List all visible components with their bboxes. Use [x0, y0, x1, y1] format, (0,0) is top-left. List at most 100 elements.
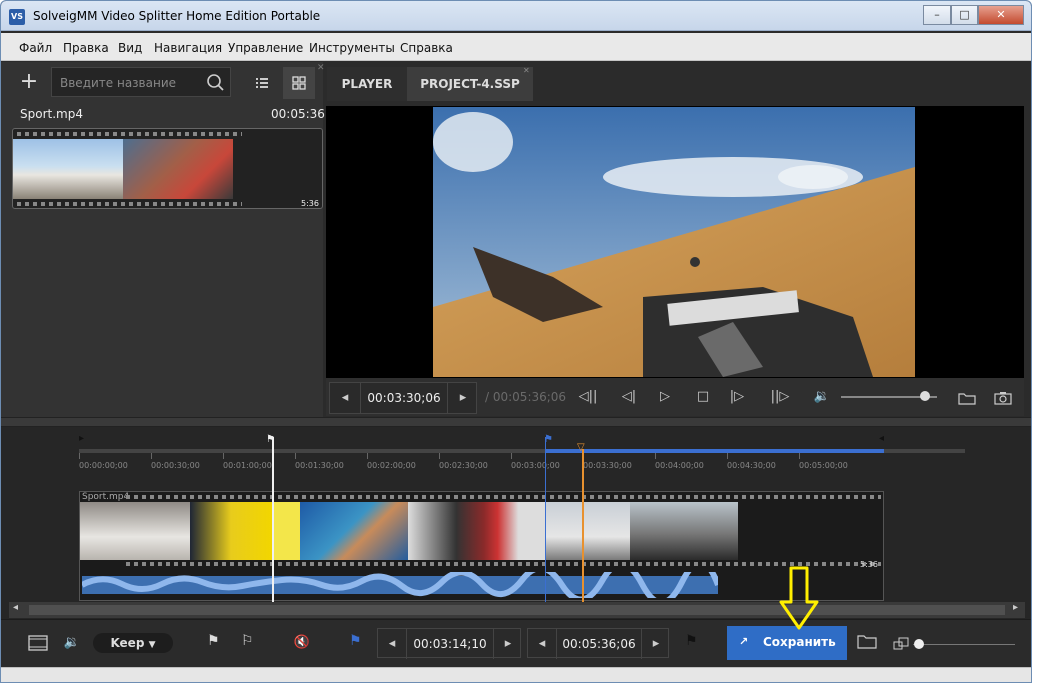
panel-close-icon[interactable]: ✕ [317, 63, 325, 73]
audio-icon[interactable]: 🔉 [59, 628, 85, 658]
cut-marker-icon[interactable]: ⚑ [266, 434, 275, 445]
file-duration: 00:05:36 [271, 107, 325, 121]
start-marker-icon[interactable]: ▸ [79, 433, 84, 444]
close-button[interactable]: ✕ [978, 5, 1024, 25]
panel-splitter[interactable] [1, 417, 1031, 427]
ruler-label: 00:04:00;00 [655, 461, 704, 470]
marker-next-button[interactable]: ▸ [494, 629, 522, 659]
scrollbar-thumb[interactable] [29, 605, 1005, 615]
track-frame-1 [80, 502, 190, 560]
play-icon[interactable]: ▷ [651, 382, 679, 412]
selection-start-icon[interactable]: ⚑ [544, 434, 553, 445]
end-marker-icon[interactable]: ◂ [879, 433, 884, 444]
cut-marker-line[interactable] [272, 437, 274, 603]
player-current-time[interactable]: 00:03:30;06 [360, 383, 448, 413]
search-box [51, 67, 231, 97]
export-icon: ↗ [739, 635, 749, 648]
ruler-tick [511, 453, 512, 459]
playhead-icon[interactable]: ▽ [577, 442, 585, 453]
next-frame-button[interactable]: ▸ [448, 383, 478, 413]
end-time-box: ◂ 00:05:36;06 ▸ [527, 628, 670, 659]
video-track[interactable]: Sport.mp4 5:36 [79, 491, 884, 606]
folder-icon[interactable] [953, 382, 981, 417]
tab-player[interactable]: PLAYER [327, 67, 407, 101]
timeline-scrollbar[interactable]: ◂ ▸ [9, 602, 1025, 618]
add-marker-icon[interactable]: ⚑ [207, 633, 220, 649]
thumbnail-frame-1 [13, 139, 123, 199]
search-input[interactable] [60, 74, 195, 91]
end-time[interactable]: 00:05:36;06 [556, 629, 642, 659]
playhead-line[interactable] [582, 449, 584, 603]
ruler-tick [439, 453, 440, 459]
blue-marker-icon[interactable]: ⚑ [349, 633, 362, 649]
minimize-button[interactable]: – [923, 5, 951, 25]
stop-icon[interactable]: □ [689, 382, 717, 412]
ruler-tick [295, 453, 296, 459]
audio-waveform [80, 559, 721, 606]
thumbnail-duration: 5:36 [301, 199, 319, 208]
output-folder-icon[interactable] [857, 633, 879, 651]
tab-close-icon[interactable]: ✕ [523, 66, 530, 75]
menu-help[interactable]: Справка [400, 41, 453, 55]
marker-time[interactable]: 00:03:14;10 [406, 629, 494, 659]
mute-icon[interactable]: 🔇 [287, 628, 317, 658]
marker-time-box: ◂ 00:03:14;10 ▸ [377, 628, 522, 659]
thumbnail-frame-2 [123, 139, 233, 199]
end-marker-flag-icon[interactable]: ⚑ [685, 633, 698, 649]
ruler-label: 00:03:30;00 [583, 461, 632, 470]
menu-edit[interactable]: Правка [63, 41, 109, 55]
selection-start-line[interactable] [545, 437, 546, 603]
marker-prev-button[interactable]: ◂ [378, 629, 406, 659]
ruler-label: 00:04:30;00 [727, 461, 776, 470]
list-view-icon[interactable] [247, 69, 277, 97]
go-start-icon[interactable]: ◁|| [573, 382, 603, 412]
scroll-right-icon[interactable]: ▸ [1013, 602, 1018, 613]
ruler-label: 00:00:00;00 [79, 461, 128, 470]
search-icon[interactable] [204, 72, 226, 94]
track-frame-7 [630, 502, 738, 560]
menu-navigation[interactable]: Навигация [154, 41, 222, 55]
status-bar [1, 667, 1031, 682]
ruler-label: 00:02:00;00 [367, 461, 416, 470]
marker-icon[interactable]: ⚐ [241, 633, 254, 649]
player-total-time: / 00:05:36;06 [485, 390, 567, 404]
go-end-icon[interactable]: ||▷ [763, 382, 797, 412]
menu-tools[interactable]: Инструменты [309, 41, 395, 55]
volume-icon[interactable]: 🔉 [807, 382, 837, 412]
ruler-tick [799, 453, 800, 459]
video-frame[interactable] [433, 107, 915, 377]
menu-file[interactable]: Файл [19, 41, 52, 55]
track-frame-6 [546, 502, 630, 560]
prev-frame-button[interactable]: ◂ [330, 383, 360, 413]
mode-value: Keep [110, 636, 145, 650]
film-perforation-bottom [17, 202, 242, 206]
camera-icon[interactable] [989, 382, 1017, 417]
grid-view-icon[interactable] [283, 67, 315, 99]
end-prev-button[interactable]: ◂ [528, 629, 556, 659]
add-icon[interactable]: + [15, 69, 43, 97]
annotation-arrow-icon [779, 566, 819, 630]
step-back-icon[interactable]: ◁| [615, 382, 643, 412]
zoom-icon[interactable] [893, 637, 909, 651]
selection-range-bar[interactable] [546, 449, 884, 453]
ruler-label: 00:03:00;00 [511, 461, 560, 470]
save-button[interactable]: ↗ Сохранить [727, 626, 847, 660]
app-icon: VS [9, 9, 25, 25]
menu-view[interactable]: Вид [118, 41, 142, 55]
scroll-left-icon[interactable]: ◂ [13, 602, 18, 613]
zoom-slider-knob[interactable] [914, 639, 924, 649]
film-icon[interactable] [27, 633, 49, 653]
file-name: Sport.mp4 [20, 107, 83, 121]
mode-dropdown[interactable]: Keep ▼ [93, 633, 173, 653]
ruler-label: 00:01:00;00 [223, 461, 272, 470]
menu-control[interactable]: Управление [228, 41, 303, 55]
ruler-label: 00:02:30;00 [439, 461, 488, 470]
tab-project[interactable]: PROJECT-4.SSP [407, 67, 533, 101]
zoom-slider-track[interactable] [913, 644, 1015, 645]
step-forward-icon[interactable]: |▷ [723, 382, 751, 412]
library-clip-thumbnail[interactable]: 5:36 [12, 128, 323, 209]
end-next-button[interactable]: ▸ [642, 629, 670, 659]
ruler-label: 00:01:30;00 [295, 461, 344, 470]
window-title: SolveigMM Video Splitter Home Edition Po… [33, 9, 321, 23]
maximize-button[interactable]: □ [951, 5, 978, 25]
